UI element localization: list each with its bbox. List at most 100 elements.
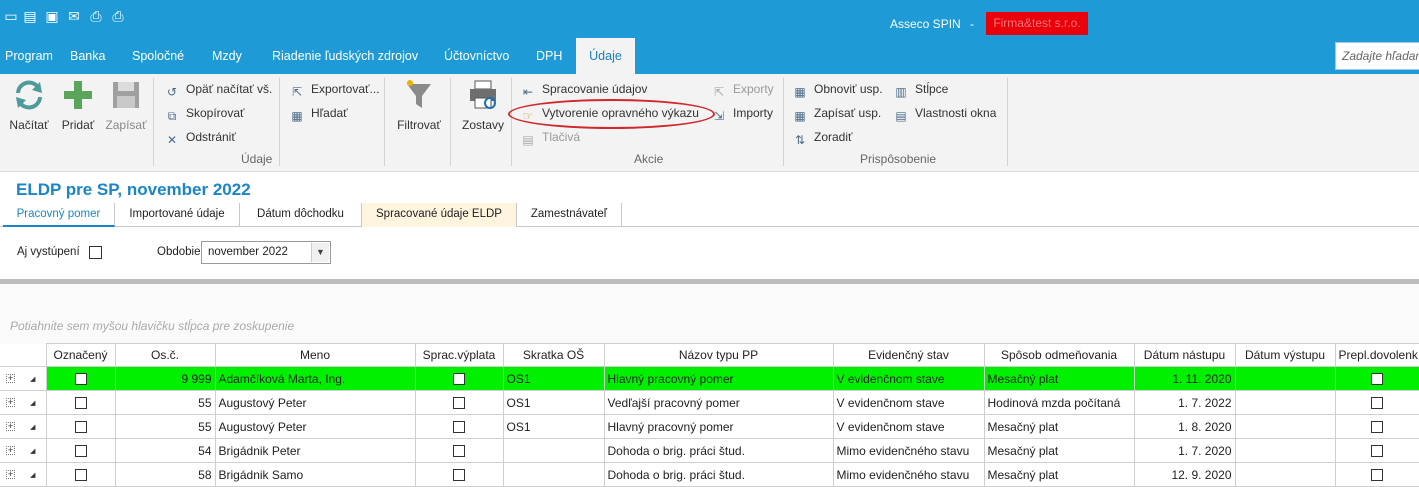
expand-icon[interactable]: + (6, 398, 15, 407)
cell-sprac-vyplata[interactable] (414, 414, 504, 439)
row-indicator[interactable]: + ◢ (0, 462, 47, 487)
processed-payroll-checkbox[interactable] (453, 445, 465, 458)
imports-button[interactable]: ⇲ Importy (711, 103, 773, 123)
table-row[interactable]: + ◢ 58 Brigádnik Samo Dohoda o brig. práci š… (0, 462, 1419, 487)
cell-prepl-dovolenky[interactable] (1334, 414, 1419, 439)
table-row[interactable]: + ◢ 55 Augustový Peter OS1 Hlavný pracovný po… (0, 414, 1419, 439)
menu-tab-dph[interactable]: DPH (532, 38, 566, 74)
menu-tab-banka[interactable]: Banka (66, 38, 109, 74)
menu-tab-udaje[interactable]: Údaje (576, 38, 635, 74)
filter-button[interactable]: Filtrovať (394, 78, 444, 132)
row-indicator[interactable]: + ◢ (0, 438, 47, 463)
period-select[interactable]: november 2022 ▼ (201, 241, 331, 264)
menu-tab-program[interactable]: Program (1, 38, 57, 74)
cell-sprac-vyplata[interactable] (414, 390, 504, 415)
cell-sprac-vyplata[interactable] (414, 366, 504, 391)
save-button[interactable]: Zapísať (104, 78, 148, 132)
column-header-evidencny-stav[interactable]: Evidenčný stav (832, 343, 985, 367)
vacation-overpaid-checkbox[interactable] (1371, 445, 1383, 458)
sort-button[interactable]: ⇅ Zoradiť (792, 127, 853, 147)
expand-icon[interactable]: + (6, 446, 15, 455)
group-by-panel[interactable] (0, 284, 1419, 344)
marked-checkbox[interactable] (74, 469, 87, 482)
vacation-overpaid-checkbox[interactable] (1371, 397, 1383, 410)
image-export-icon[interactable]: ▣ (44, 8, 60, 24)
processed-payroll-checkbox[interactable] (453, 469, 465, 482)
excel-icon[interactable]: ▤ (22, 8, 38, 24)
reports-button[interactable]: Zostavy (459, 78, 507, 132)
column-header-datum-nastupu[interactable]: Dátum nástupu (1133, 343, 1236, 367)
reload-icon: ↺ (166, 85, 178, 99)
exports-button[interactable]: ⇱ Exporty (711, 79, 774, 99)
expand-icon[interactable]: + (6, 422, 15, 431)
cell-prepl-dovolenky[interactable] (1334, 390, 1419, 415)
marked-checkbox[interactable] (74, 421, 87, 434)
chevron-down-icon[interactable]: ▼ (311, 243, 329, 262)
tab-datum-dochodku[interactable]: Dátum dôchodku (240, 203, 362, 227)
reload-all-button[interactable]: ↺ Opäť načítať vš. (164, 79, 272, 99)
menu-tab-uctovnictvo[interactable]: Účtovníctvo (440, 38, 513, 74)
column-header-datum-vystupu[interactable]: Dátum výstupu (1234, 343, 1336, 367)
cell-oznaceny[interactable] (45, 438, 116, 463)
expand-icon[interactable]: + (6, 470, 15, 479)
tab-importovane-udaje[interactable]: Importované údaje (115, 203, 240, 227)
processed-payroll-checkbox[interactable] (453, 373, 465, 386)
vacation-overpaid-checkbox[interactable] (1371, 373, 1383, 386)
processed-payroll-checkbox[interactable] (453, 397, 465, 410)
mail-icon[interactable]: ✉ (66, 8, 82, 24)
cell-sprac-vyplata[interactable] (414, 462, 504, 487)
copy-button[interactable]: ⧉ Skopírovať (164, 103, 245, 123)
tab-zamestnavatel[interactable]: Zamestnávateľ (517, 203, 622, 227)
search-input[interactable]: Zadajte hľadaný (1335, 42, 1419, 70)
column-header-osc[interactable]: Os.č. (114, 343, 216, 367)
table-row[interactable]: + ◢ 9 999 Adamčíková Marta, Ing. OS1 Hlavný p… (0, 366, 1419, 391)
cell-sprac-vyplata[interactable] (414, 438, 504, 463)
cell-prepl-dovolenky[interactable] (1334, 366, 1419, 391)
marked-checkbox[interactable] (74, 397, 87, 410)
processed-payroll-checkbox[interactable] (453, 421, 465, 434)
column-header-nazov-typu-pp[interactable]: Názov typu PP (603, 343, 834, 367)
vacation-overpaid-checkbox[interactable] (1371, 469, 1383, 482)
export-button[interactable]: ⇱ Exportovať... (289, 79, 380, 99)
cell-oznaceny[interactable] (45, 462, 116, 487)
restore-layout-button[interactable]: ▦ Obnoviť usp. (792, 79, 882, 99)
delete-button[interactable]: ✕ Odstrániť (164, 127, 236, 147)
tab-pracovny-pomer[interactable]: Pracovný pomer (3, 203, 115, 227)
row-indicator[interactable]: + ◢ (0, 414, 47, 439)
load-button[interactable]: Načítať (6, 78, 52, 132)
table-row[interactable]: + ◢ 54 Brigádnik Peter Dohoda o brig. práci … (0, 438, 1419, 463)
cell-oznaceny[interactable] (45, 414, 116, 439)
marked-checkbox[interactable] (74, 373, 87, 386)
add-button[interactable]: Pridať (58, 78, 98, 132)
row-indicator[interactable]: + ◢ (0, 366, 47, 391)
table-row[interactable]: + ◢ 55 Augustový Peter OS1 Vedľajší pracovný … (0, 390, 1419, 415)
column-header-prepl-dovolenky[interactable]: Prepl.dovolenk (1334, 343, 1419, 367)
tab-spracovane-udaje[interactable]: Spracované údaje ELDP (362, 203, 517, 227)
column-header-meno[interactable]: Meno (214, 343, 416, 367)
find-button[interactable]: ▦ Hľadať (289, 103, 347, 123)
include-departed-checkbox[interactable] (89, 246, 102, 259)
forms-button[interactable]: ▤ Tlačivá (520, 127, 580, 147)
vacation-overpaid-checkbox[interactable] (1371, 421, 1383, 434)
row-indicator[interactable]: + ◢ (0, 390, 47, 415)
window-properties-button[interactable]: ▤ Vlastnosti okna (893, 103, 996, 123)
cell-oznaceny[interactable] (45, 366, 116, 391)
column-header-sprac-vyplata[interactable]: Sprac.výplata (414, 343, 504, 367)
window-icon[interactable]: ▭ (3, 8, 19, 24)
save-layout-button[interactable]: ▦ Zapísať usp. (792, 103, 881, 123)
marked-checkbox[interactable] (74, 445, 87, 458)
menu-tab-mzdy[interactable]: Mzdy (208, 38, 246, 74)
expand-icon[interactable]: + (6, 374, 15, 383)
column-header-sposob-odmenovania[interactable]: Spôsob odmeňovania (983, 343, 1135, 367)
print-preview-icon[interactable]: ⎙ (110, 8, 126, 24)
cell-prepl-dovolenky[interactable] (1334, 438, 1419, 463)
menu-tab-spolocne[interactable]: Spoločné (128, 38, 188, 74)
data-processing-button[interactable]: ⇤ Spracovanie údajov (520, 79, 647, 99)
columns-button[interactable]: ▥ Stĺpce (893, 79, 948, 99)
column-header-skratka-os[interactable]: Skratka OŠ (502, 343, 605, 367)
column-header-oznaceny[interactable]: Označený (45, 343, 116, 367)
print-icon[interactable]: ⎙ (88, 8, 104, 24)
menu-tab-riadenie[interactable]: Riadenie ľudských zdrojov (268, 38, 422, 74)
cell-prepl-dovolenky[interactable] (1334, 462, 1419, 487)
cell-oznaceny[interactable] (45, 390, 116, 415)
